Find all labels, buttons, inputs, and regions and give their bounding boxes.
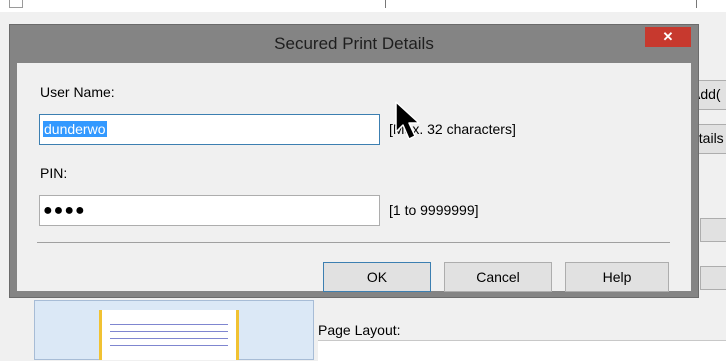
pin-mask: ●●●● [43,202,86,219]
preview-line [110,345,228,346]
preview-line [110,331,228,332]
page-layout-field[interactable] [318,340,726,361]
pin-input[interactable]: ●●●● [39,195,380,226]
close-icon: ✕ [662,29,674,44]
dialog-titlebar[interactable]: Secured Print Details ✕ [10,25,698,63]
secured-print-dialog: Secured Print Details ✕ User Name: dunde… [9,24,699,298]
user-name-input[interactable]: dunderwo [39,114,380,145]
ok-button[interactable]: OK [323,262,431,292]
user-name-value: dunderwo [43,121,107,137]
background-divider [696,0,697,8]
user-name-label: User Name: [40,84,115,100]
close-button[interactable]: ✕ [645,27,691,47]
pin-hint: [1 to 9999999] [389,202,479,218]
preview-line [110,324,228,325]
background-button[interactable] [700,218,726,242]
background-button[interactable] [700,266,726,290]
mouse-pointer-icon [395,101,420,140]
background-divider [385,0,386,8]
page-preview-sheet [99,310,239,360]
dialog-title: Secured Print Details [274,34,434,53]
help-button[interactable]: Help [565,262,669,292]
dialog-separator [37,242,670,243]
cancel-button[interactable]: Cancel [444,262,552,292]
page-layout-label: Page Layout: [318,322,401,338]
background-checkbox[interactable] [9,0,23,8]
pin-label: PIN: [40,165,68,181]
background-window-top [0,0,726,12]
preview-line [110,338,228,339]
dialog-body: User Name: dunderwo [Max. 32 characters]… [17,63,691,291]
